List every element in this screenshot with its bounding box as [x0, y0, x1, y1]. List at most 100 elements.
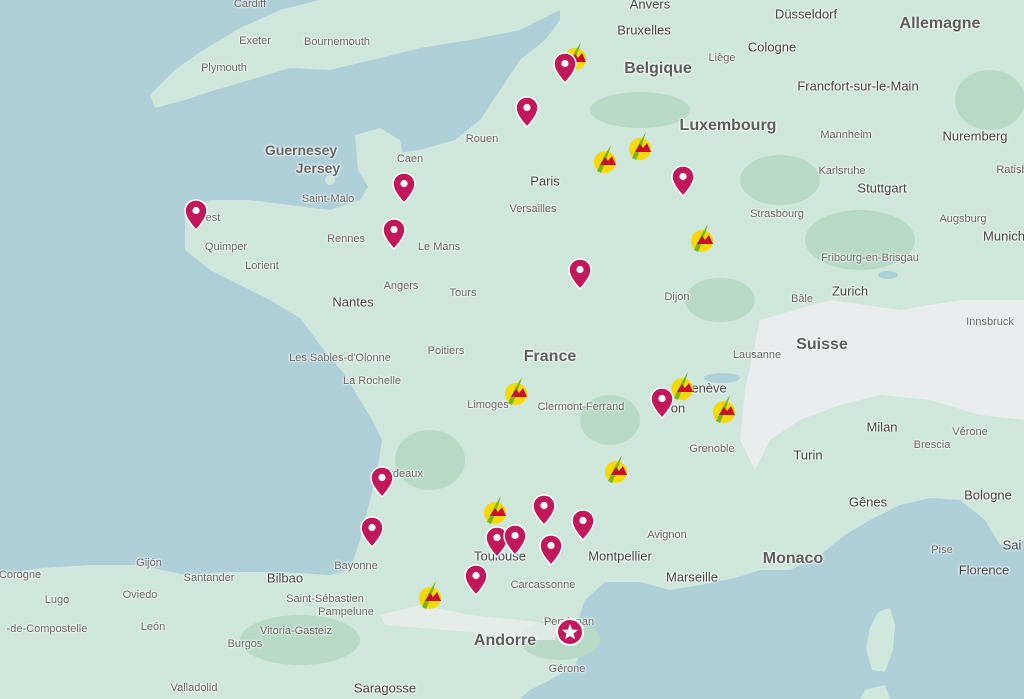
- map-label: Corogne: [0, 569, 42, 581]
- map-label: -de-Compostelle: [6, 623, 88, 635]
- location-pin-marker[interactable]: [650, 387, 674, 420]
- producer-logo-marker[interactable]: [416, 579, 446, 613]
- map-label: Innsbruck: [966, 316, 1014, 328]
- map-label: Carcassonne: [510, 579, 576, 591]
- map-pin-icon: [671, 165, 695, 198]
- map-label: Exeter: [239, 35, 271, 47]
- location-pin-marker[interactable]: [568, 258, 592, 291]
- sun-leaf-icon: [691, 224, 713, 252]
- map-label: Pampelune: [318, 606, 374, 618]
- map-label: Stuttgart: [857, 180, 907, 196]
- map-label: Oviedo: [122, 589, 158, 601]
- map-label: Saint-Sébastien: [286, 593, 364, 605]
- map-label: Lausanne: [732, 349, 782, 361]
- map-label: Sai: [1002, 537, 1022, 553]
- location-pin-marker[interactable]: [370, 466, 394, 499]
- producer-logo-marker[interactable]: [502, 375, 532, 409]
- map-pin-icon: [360, 516, 384, 549]
- map-pin-icon: [571, 509, 595, 542]
- location-pin-marker[interactable]: [515, 96, 539, 129]
- map-pin-icon: [184, 199, 208, 232]
- sun-leaf-icon: [713, 395, 735, 423]
- map-label: Avignon: [647, 529, 687, 541]
- map-label: Bruxelles: [617, 22, 671, 38]
- map-canvas[interactable]: Cardiff Anvers Düsseldorf Allemagne Bruxelle…: [0, 0, 1024, 699]
- map-label: Clermont-Ferrand: [537, 401, 625, 413]
- map-label: Plymouth: [201, 62, 247, 74]
- map-label: Guernesey: [264, 142, 338, 158]
- map-label: Vérone: [952, 426, 988, 438]
- map-label: Andorre: [473, 632, 537, 649]
- map-label: Quimper: [204, 241, 248, 253]
- sun-leaf-icon: [605, 455, 627, 483]
- map-pin-icon: [532, 494, 556, 527]
- location-pin-marker[interactable]: [671, 165, 695, 198]
- map-label: Karlsruhe: [818, 165, 866, 177]
- map-label: Angers: [383, 280, 419, 292]
- location-pin-marker[interactable]: [571, 509, 595, 542]
- headquarters-star-marker[interactable]: [555, 617, 585, 647]
- map-label: Milan: [866, 419, 898, 435]
- map-label: Florence: [958, 562, 1010, 578]
- map-pin-icon: [515, 96, 539, 129]
- map-label: Nantes: [332, 294, 374, 310]
- map-label: Bayonne: [334, 560, 378, 572]
- location-pin-marker[interactable]: [382, 218, 406, 251]
- star-icon: [556, 618, 584, 646]
- location-pin-marker[interactable]: [503, 524, 527, 557]
- producer-logo-marker[interactable]: [481, 494, 511, 528]
- location-pin-marker[interactable]: [539, 534, 563, 567]
- map-label: Gênes: [848, 494, 888, 510]
- map-label: France: [523, 348, 577, 365]
- map-label: Monaco: [762, 550, 824, 567]
- map-label: Saragosse: [353, 680, 417, 696]
- map-label: Marseille: [665, 569, 719, 585]
- map-label: Brescia: [913, 439, 951, 451]
- map-label: Francfort-sur-le-Main: [797, 78, 919, 94]
- map-label: Gérone: [548, 663, 586, 675]
- map-pin-icon: [370, 466, 394, 499]
- map-label: León: [140, 621, 166, 633]
- map-pin-icon: [539, 534, 563, 567]
- lake-constance: [878, 271, 898, 279]
- map-label: Rennes: [327, 233, 365, 245]
- location-pin-marker[interactable]: [464, 564, 488, 597]
- map-label: Vitoria-Gasteiz: [260, 625, 332, 637]
- sun-leaf-icon: [484, 496, 506, 524]
- map-label: Caen: [396, 153, 424, 165]
- map-label: Bâle: [790, 293, 814, 305]
- map-pin-icon: [568, 258, 592, 291]
- map-label: Suisse: [796, 336, 848, 353]
- map-label: Valladolid: [170, 682, 218, 694]
- map-label: Versailles: [509, 203, 557, 215]
- producer-logo-marker[interactable]: [591, 143, 621, 177]
- location-pin-marker[interactable]: [392, 172, 416, 205]
- map-label: Belgique: [624, 60, 692, 77]
- map-label: Munich: [983, 228, 1024, 244]
- map-label: Strasbourg: [750, 208, 804, 220]
- map-label: Poitiers: [427, 345, 465, 357]
- map-label: rdeaux: [389, 468, 423, 480]
- producer-logo-marker[interactable]: [688, 222, 718, 256]
- map-label: Augsburg: [939, 213, 987, 225]
- sun-leaf-icon: [594, 145, 616, 173]
- map-label: Le Mans: [417, 241, 461, 253]
- producer-logo-marker[interactable]: [602, 453, 632, 487]
- location-pin-marker[interactable]: [532, 494, 556, 527]
- producer-logo-marker[interactable]: [626, 130, 656, 164]
- map-label: Burgos: [227, 638, 263, 650]
- map-label: Jersey: [295, 160, 341, 176]
- location-pin-marker[interactable]: [553, 52, 577, 85]
- location-pin-marker[interactable]: [184, 199, 208, 232]
- map-label: Ratisb: [996, 164, 1024, 176]
- map-pin-icon: [464, 564, 488, 597]
- map-label: Gijón: [136, 557, 162, 569]
- map-label: Bournemouth: [303, 36, 371, 48]
- map-label: Montpellier: [588, 548, 652, 564]
- location-pin-marker[interactable]: [360, 516, 384, 549]
- map-label: Pise: [931, 544, 953, 556]
- map-label: Nuremberg: [942, 128, 1008, 144]
- producer-logo-marker[interactable]: [710, 393, 740, 427]
- map-label: Tours: [449, 287, 477, 299]
- map-pin-icon: [382, 218, 406, 251]
